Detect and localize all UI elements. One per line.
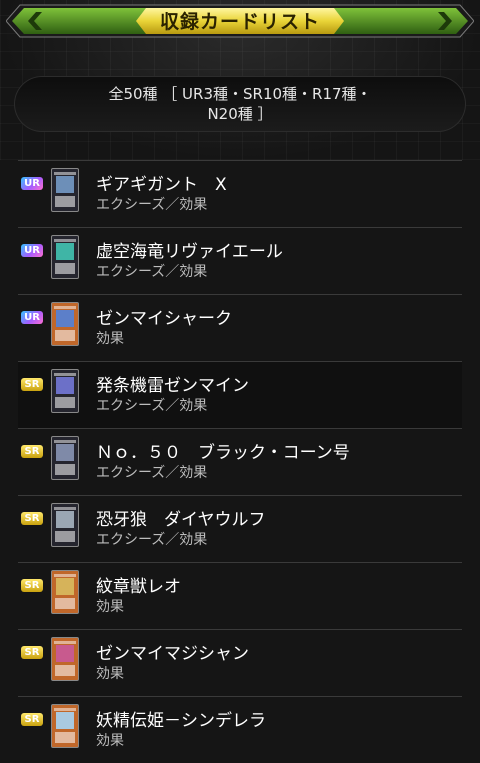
card-row[interactable]: SR 紋章獣レオ 効果 [18, 562, 462, 629]
card-thumbnail-icon [52, 303, 78, 345]
card-thumbnail-icon [52, 504, 78, 546]
card-thumbnail-icon [52, 638, 78, 680]
card-row[interactable]: UR ギアギガント X エクシーズ／効果 [18, 160, 462, 227]
card-name: 紋章獣レオ [96, 577, 181, 597]
card-thumbnail-icon [52, 705, 78, 747]
card-row[interactable]: UR 虚空海竜リヴァイエール エクシーズ／効果 [18, 227, 462, 294]
summary-line-1: 全50種 ［ UR3種・SR10種・R17種・ [108, 85, 372, 103]
rarity-badge: SR [21, 512, 43, 525]
rarity-badge: SR [21, 378, 43, 391]
card-name: 虚空海竜リヴァイエール [96, 242, 283, 262]
card-name: ギアギガント X [96, 175, 227, 195]
card-thumbnail-icon [52, 571, 78, 613]
card-type: エクシーズ／効果 [96, 197, 208, 213]
card-row[interactable]: SR 妖精伝姫－シンデレラ 効果 [18, 696, 462, 763]
card-thumbnail-icon [52, 370, 78, 412]
card-name: 妖精伝姫－シンデレラ [96, 711, 266, 731]
card-type: 効果 [96, 331, 124, 347]
card-type: 効果 [96, 599, 124, 615]
card-thumbnail-icon [52, 437, 78, 479]
rarity-badge: UR [21, 244, 43, 257]
rarity-badge: SR [21, 646, 43, 659]
card-name: 発条機雷ゼンマイン [96, 376, 249, 396]
card-row[interactable]: SR 発条機雷ゼンマイン エクシーズ／効果 [18, 361, 462, 428]
card-row[interactable]: UR ゼンマイシャーク 効果 [18, 294, 462, 361]
rarity-badge: SR [21, 579, 43, 592]
card-thumbnail-icon [52, 236, 78, 278]
card-type: 効果 [96, 733, 124, 749]
card-row[interactable]: SR Ｎｏ．５０ ブラック・コーン号 エクシーズ／効果 [18, 428, 462, 495]
card-count-summary: 全50種 ［ UR3種・SR10種・R17種・ N20種 ］ [14, 76, 466, 132]
card-type: エクシーズ／効果 [96, 465, 208, 481]
rarity-badge: UR [21, 177, 43, 190]
card-name: 恐牙狼 ダイヤウルフ [96, 510, 266, 530]
card-name: ゼンマイシャーク [96, 309, 232, 329]
card-list: UR ギアギガント X エクシーズ／効果 UR 虚空海竜リヴァイエール エクシー… [18, 160, 462, 763]
card-type: エクシーズ／効果 [96, 398, 208, 414]
card-name: Ｎｏ．５０ ブラック・コーン号 [96, 443, 350, 463]
page-title: 収録カードリスト [159, 11, 320, 33]
card-type: エクシーズ／効果 [96, 532, 208, 548]
header: 収録カードリスト [0, 0, 480, 44]
card-row[interactable]: SR ゼンマイマジシャン 効果 [18, 629, 462, 696]
summary-line-2: N20種 ］ [207, 105, 273, 123]
card-thumbnail-icon [52, 169, 78, 211]
rarity-badge: SR [21, 713, 43, 726]
rarity-badge: SR [21, 445, 43, 458]
card-name: ゼンマイマジシャン [96, 644, 249, 664]
card-type: エクシーズ／効果 [96, 264, 208, 280]
card-type: 効果 [96, 666, 124, 682]
card-row[interactable]: SR 恐牙狼 ダイヤウルフ エクシーズ／効果 [18, 495, 462, 562]
rarity-badge: UR [21, 311, 43, 324]
